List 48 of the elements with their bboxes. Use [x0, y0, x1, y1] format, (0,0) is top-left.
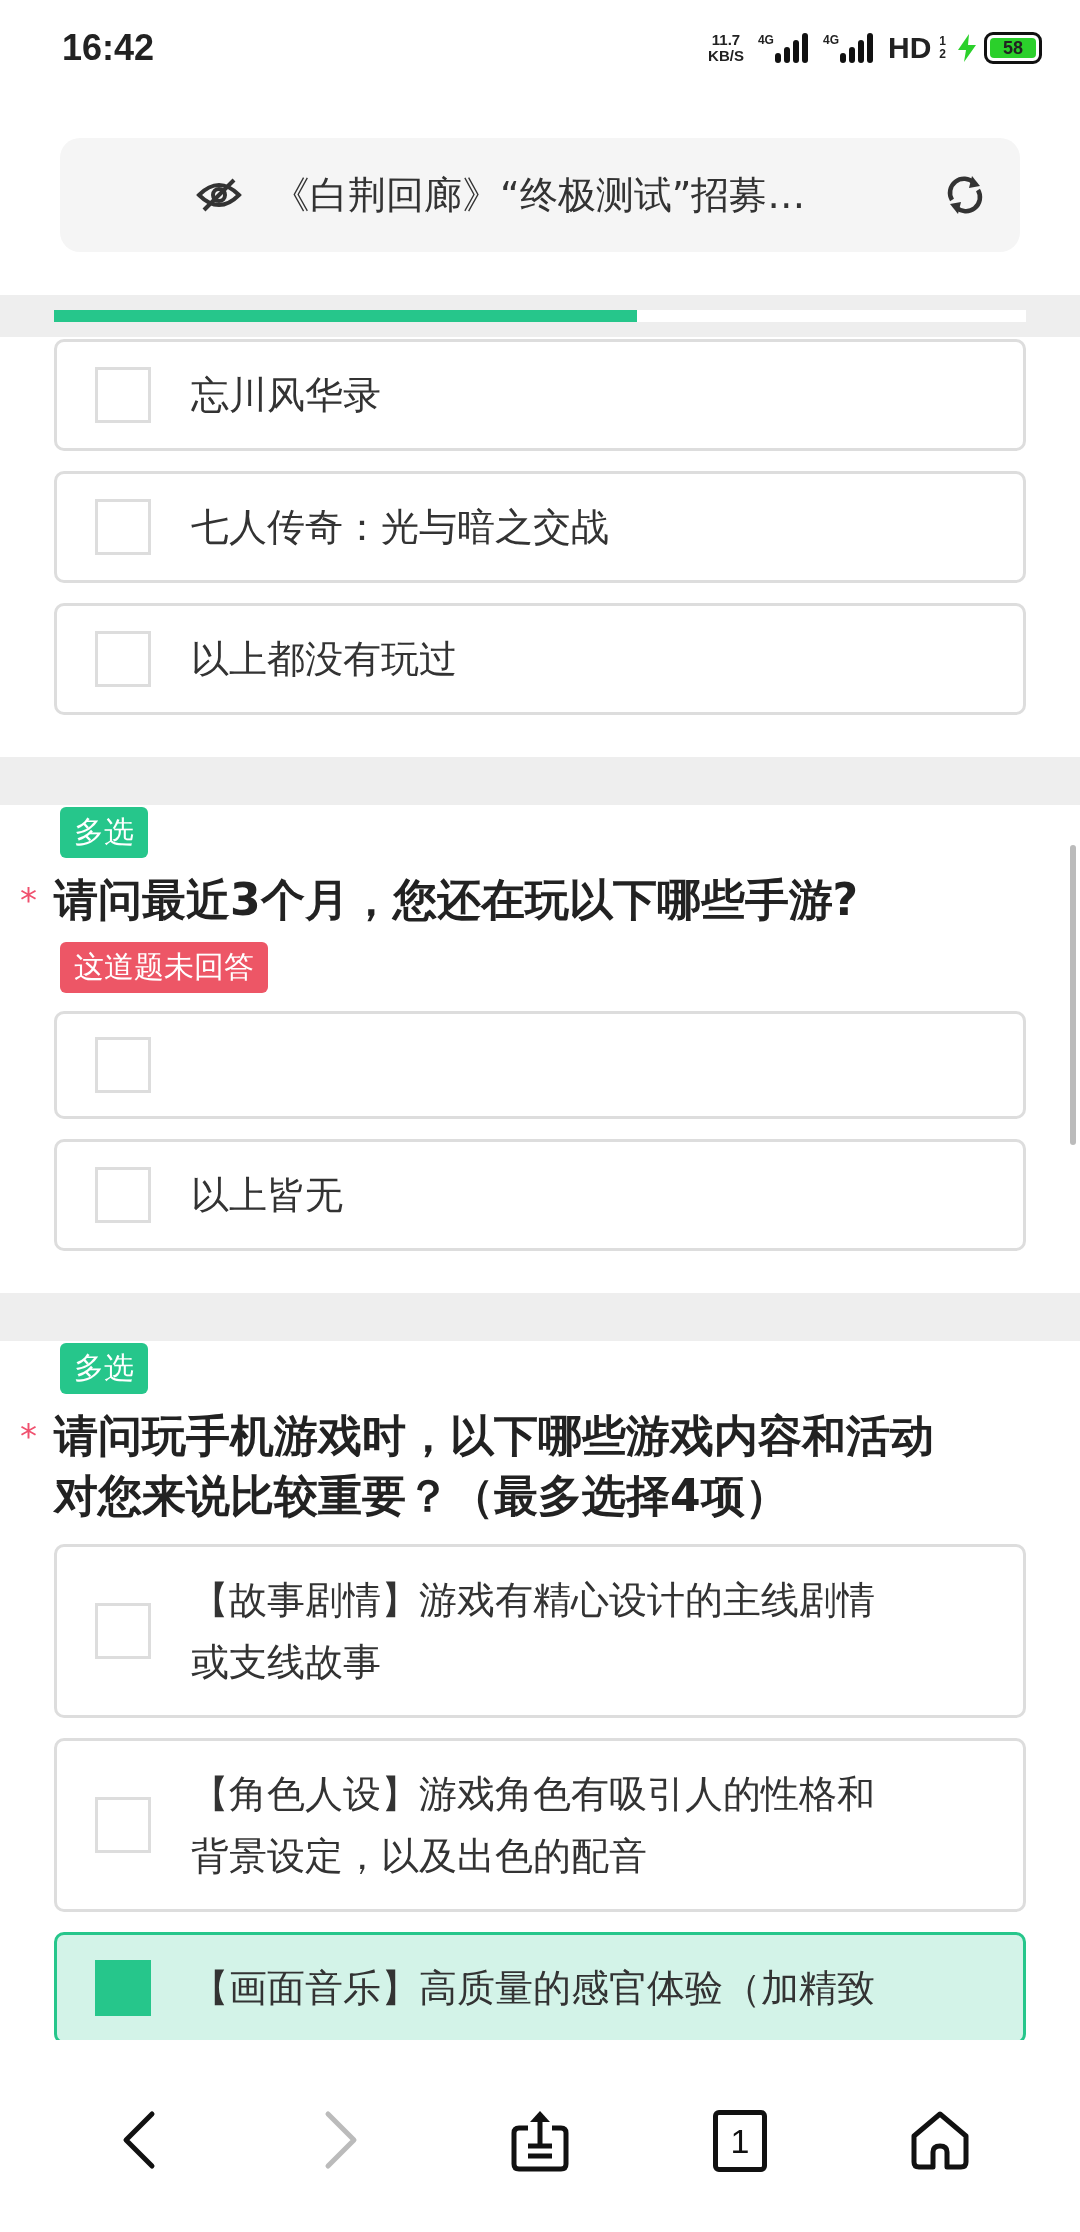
tabs-button[interactable]: 1 — [713, 2110, 767, 2172]
option-card[interactable]: 以上都没有玩过 — [54, 603, 1026, 715]
checkbox[interactable] — [95, 1797, 151, 1853]
option-label: 【故事剧情】游戏有精心设计的主线剧情或支线故事 — [191, 1577, 876, 1686]
option-card[interactable]: 忘川风华录 — [54, 339, 1026, 451]
question-type-tag: 多选 — [60, 807, 148, 858]
network-type: 4G — [757, 33, 774, 47]
required-asterisk: * — [20, 1415, 38, 1458]
network-speed: 11.7 — [711, 32, 741, 48]
option-label: 以上都没有玩过 — [191, 636, 458, 683]
checkbox[interactable] — [95, 1167, 151, 1223]
question-type-tag: 多选 — [60, 1343, 148, 1394]
signal-icon — [774, 33, 809, 63]
option-label: 以上皆无 — [191, 1172, 344, 1219]
option-card[interactable] — [54, 1011, 1026, 1119]
question-title: 请问最近3个月，您还在玩以下哪些手游? — [54, 873, 860, 927]
option-card[interactable]: 以上皆无 — [54, 1139, 1026, 1251]
charging-icon — [958, 34, 976, 62]
checkbox[interactable] — [95, 499, 151, 555]
option-card[interactable]: 【画面音乐】高质量的感官体验（加精致 — [54, 1932, 1026, 2040]
option-card[interactable]: 【故事剧情】游戏有精心设计的主线剧情或支线故事 — [54, 1544, 1026, 1718]
question-title: 请问玩手机游戏时，以下哪些游戏内容和活动对您来说比较重要？（最多选择4项） — [54, 1409, 935, 1523]
signal-icon — [839, 33, 874, 63]
checkbox[interactable] — [95, 1037, 151, 1093]
eye-off-icon[interactable] — [196, 178, 242, 212]
share-icon[interactable] — [511, 2110, 569, 2172]
page-title: 《白荆回廊》“终极测试”招募… — [272, 171, 807, 219]
home-icon[interactable] — [911, 2110, 969, 2170]
sim-number: 2 — [939, 48, 946, 61]
hd-voice-label: HD — [887, 31, 932, 65]
checkbox[interactable] — [95, 631, 151, 687]
sim-number: 1 — [939, 35, 946, 48]
network-speed-unit: KB/S — [708, 48, 744, 64]
option-label: 【角色人设】游戏角色有吸引人的性格和背景设定，以及出色的配音 — [191, 1771, 876, 1880]
checkbox[interactable] — [95, 1960, 151, 2016]
required-asterisk: * — [20, 879, 38, 922]
option-label: 七人传奇：光与暗之交战 — [191, 504, 610, 551]
option-card[interactable]: 七人传奇：光与暗之交战 — [54, 471, 1026, 583]
option-label: 忘川风华录 — [191, 372, 382, 419]
checkbox[interactable] — [95, 1603, 151, 1659]
battery-level: 58 — [1003, 37, 1023, 59]
option-card[interactable]: 【角色人设】游戏角色有吸引人的性格和背景设定，以及出色的配音 — [54, 1738, 1026, 1912]
error-tag: 这道题未回答 — [60, 942, 268, 993]
status-time: 16:42 — [62, 27, 155, 69]
option-label: 【画面音乐】高质量的感官体验（加精致 — [191, 1965, 876, 2012]
address-bar[interactable]: 《白荆回廊》“终极测试”招募… — [60, 138, 1020, 252]
network-type: 4G — [822, 33, 839, 47]
checkbox[interactable] — [95, 367, 151, 423]
